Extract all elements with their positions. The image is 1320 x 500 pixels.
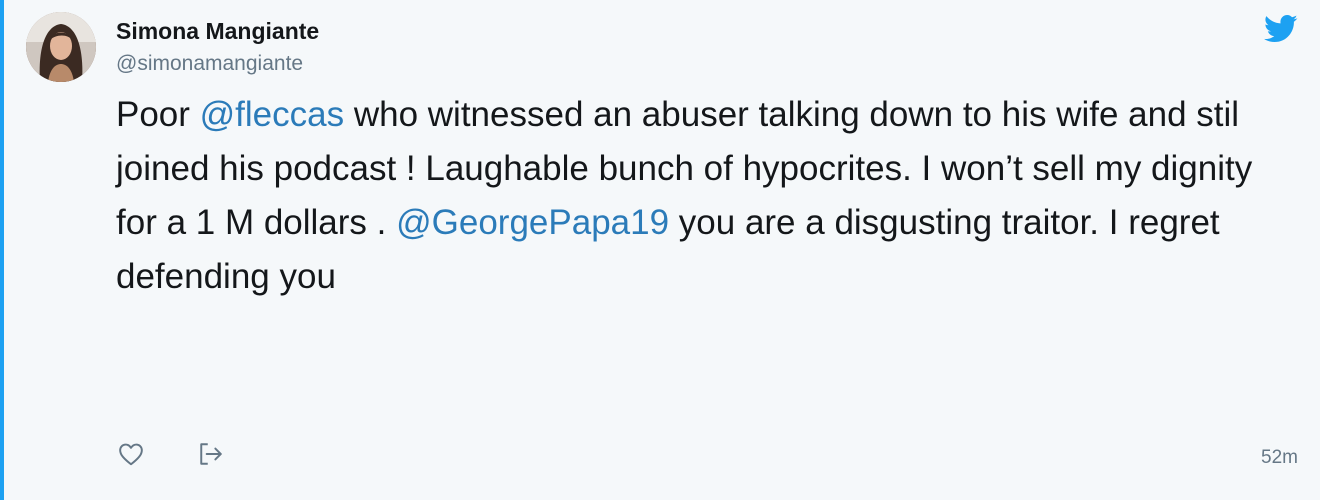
author-display-name[interactable]: Simona Mangiante [116, 16, 319, 46]
tweet-actions [116, 436, 276, 472]
like-button[interactable] [116, 439, 146, 469]
author-handle[interactable]: @simonamangiante [116, 50, 319, 78]
tweet-card: Simona Mangiante @simonamangiante Poor @… [0, 0, 1320, 500]
avatar-image [26, 12, 96, 82]
tweet-text: Poor @fleccas who witnessed an abuser ta… [116, 88, 1256, 304]
share-icon [200, 443, 222, 465]
twitter-bird-icon[interactable] [1264, 14, 1298, 44]
mention-fleccas[interactable]: @fleccas [200, 95, 344, 134]
share-button[interactable] [196, 439, 226, 469]
mention-georgepapa19[interactable]: @GeorgePapa19 [396, 203, 669, 242]
avatar[interactable] [26, 12, 96, 82]
tweet-timestamp[interactable]: 52m [1261, 446, 1298, 470]
heart-icon [119, 443, 143, 466]
author-block: Simona Mangiante @simonamangiante [116, 16, 319, 78]
tweet-text-segment: Poor [116, 95, 200, 134]
